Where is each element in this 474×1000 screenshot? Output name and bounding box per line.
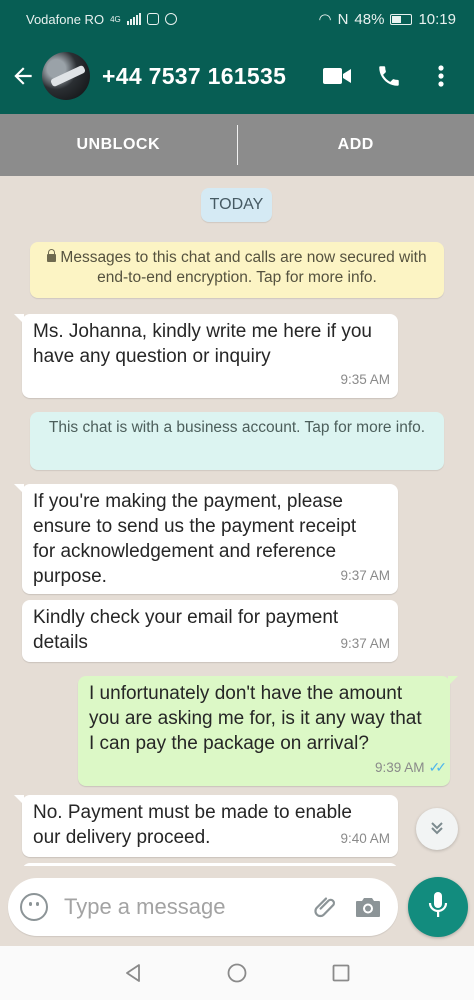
microphone-button[interactable] bbox=[408, 877, 468, 937]
camera-icon[interactable] bbox=[354, 893, 382, 921]
battery-percent: 48% bbox=[354, 10, 385, 28]
message-input[interactable]: Type a message bbox=[64, 894, 312, 920]
message-time: 9:37 AM bbox=[340, 568, 390, 583]
battery-icon bbox=[390, 13, 413, 25]
message-time: 9:40 AM bbox=[340, 831, 390, 846]
message-time: 9:35 AM bbox=[340, 372, 390, 387]
phone-icon[interactable] bbox=[374, 61, 404, 91]
nfc-icon: N bbox=[337, 10, 349, 28]
headphones-icon: ◠ bbox=[318, 11, 332, 28]
scroll-to-bottom-button[interactable] bbox=[416, 808, 458, 850]
message-text: If you're making the payment, please ens… bbox=[33, 491, 357, 587]
nav-back-icon[interactable] bbox=[120, 960, 146, 986]
incoming-message[interactable]: Kindly check your email for payment deta… bbox=[22, 600, 398, 662]
carrier-name: Vodafone RO bbox=[26, 11, 105, 27]
paperclip-icon[interactable] bbox=[312, 893, 340, 921]
message-text: No. Payment must be made to enable our d… bbox=[33, 802, 352, 848]
incoming-message[interactable]: Ms. Johanna, kindly write me here if you… bbox=[14, 314, 398, 398]
chevron-down-icon bbox=[429, 820, 445, 839]
nav-recents-icon[interactable] bbox=[328, 960, 354, 986]
notification-icon bbox=[164, 13, 177, 25]
input-row: Type a message bbox=[0, 866, 474, 946]
clock-time: 10:19 bbox=[418, 10, 456, 28]
message-time: 9:37 AM bbox=[340, 636, 390, 651]
date-label: TODAY bbox=[201, 188, 272, 222]
status-bar: Vodafone RO 4G ◠ N 48% 10:19 bbox=[0, 0, 474, 38]
message-meta: 9:39 AM ✓✓ bbox=[375, 755, 448, 780]
back-arrow-icon[interactable] bbox=[6, 56, 40, 96]
chat-area[interactable]: TODAY Messages to this chat and calls ar… bbox=[0, 176, 474, 893]
block-bar: UNBLOCK ADD bbox=[0, 114, 474, 176]
message-composer[interactable]: Type a message bbox=[8, 878, 398, 936]
avatar[interactable] bbox=[42, 52, 90, 100]
message-text: Ms. Johanna, kindly write me here if you… bbox=[33, 321, 372, 367]
network-type: 4G bbox=[110, 14, 121, 24]
contact-name[interactable]: +44 7537 161535 bbox=[102, 63, 286, 90]
double-check-icon: ✓✓ bbox=[428, 759, 448, 775]
system-nav-bar bbox=[0, 946, 474, 1000]
business-notice-text: This chat is with a business account. Ta… bbox=[48, 419, 426, 436]
encryption-notice-text: Messages to this chat and calls are now … bbox=[60, 249, 427, 286]
unblock-button[interactable]: UNBLOCK bbox=[0, 136, 237, 154]
microphone-icon bbox=[427, 891, 449, 924]
encryption-notice[interactable]: Messages to this chat and calls are now … bbox=[30, 242, 444, 298]
message-text: Kindly check your email for payment deta… bbox=[33, 607, 339, 653]
nav-home-icon[interactable] bbox=[224, 960, 250, 986]
outgoing-message[interactable]: I unfortunately don't have the amount yo… bbox=[78, 676, 458, 786]
video-call-icon[interactable] bbox=[322, 61, 352, 91]
emoji-icon[interactable] bbox=[20, 893, 48, 921]
business-account-notice[interactable]: This chat is with a business account. Ta… bbox=[30, 412, 444, 470]
signal-icon bbox=[126, 13, 141, 25]
chat-header: +44 7537 161535 bbox=[0, 38, 474, 114]
more-options-icon[interactable] bbox=[426, 61, 456, 91]
message-text: I unfortunately don't have the amount yo… bbox=[89, 683, 422, 754]
add-contact-button[interactable]: ADD bbox=[238, 136, 474, 154]
incoming-message[interactable]: No. Payment must be made to enable our d… bbox=[14, 795, 398, 857]
lock-icon bbox=[47, 249, 57, 262]
instagram-icon bbox=[146, 13, 159, 25]
message-time: 9:39 AM bbox=[375, 760, 425, 775]
incoming-message[interactable]: If you're making the payment, please ens… bbox=[14, 484, 398, 594]
